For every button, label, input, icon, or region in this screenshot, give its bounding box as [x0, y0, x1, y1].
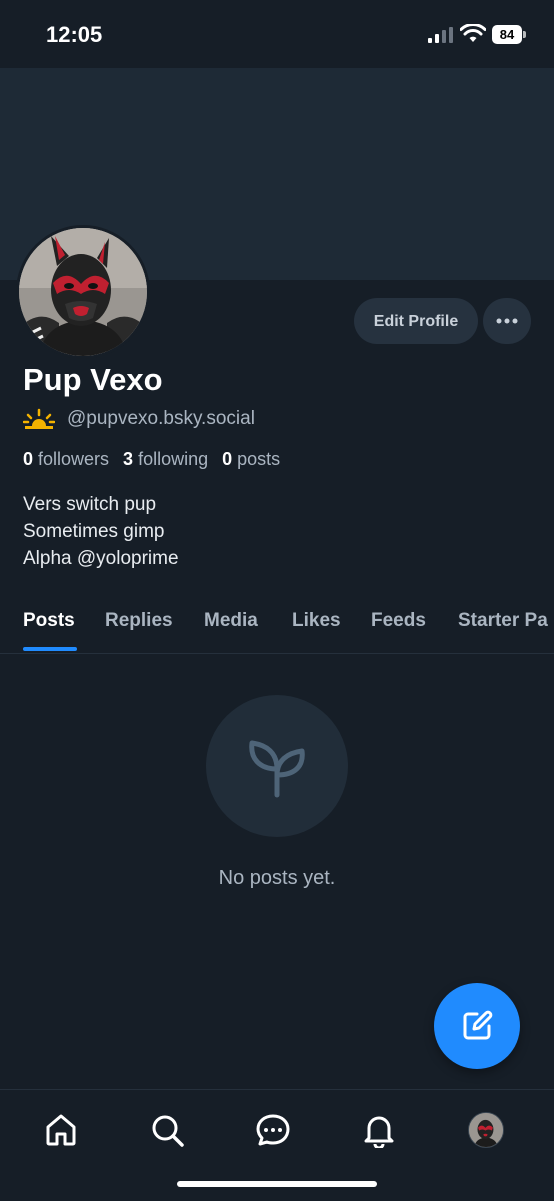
sunrise-emoji-icon	[23, 408, 55, 429]
active-tab-indicator	[23, 647, 77, 651]
posts-count: 0	[222, 449, 233, 469]
battery-indicator: 84	[492, 25, 522, 44]
avatar-image	[469, 1113, 503, 1147]
tab-starter-packs[interactable]: Starter Pa	[458, 610, 548, 632]
tab-replies[interactable]: Replies	[105, 610, 173, 632]
empty-state-text: No posts yet.	[218, 867, 336, 889]
compose-icon	[463, 1010, 493, 1040]
empty-state-icon-container	[206, 695, 348, 837]
wifi-icon	[460, 24, 486, 42]
nav-search[interactable]	[147, 1110, 187, 1150]
profile-bio: Vers switch pup Sometimes gimp Alpha @yo…	[23, 491, 179, 572]
bio-line: Vers switch pup	[23, 494, 157, 515]
nav-profile[interactable]	[466, 1110, 506, 1150]
profile-name: Pup Vexo	[23, 362, 163, 397]
profile-stats: 0 followers 3 following 0 posts	[23, 449, 280, 470]
profile-avatar-small	[468, 1112, 504, 1148]
ellipsis-icon	[496, 318, 518, 324]
search-icon	[152, 1115, 184, 1147]
edit-profile-button[interactable]: Edit Profile	[354, 298, 478, 344]
nav-chat[interactable]	[253, 1110, 293, 1150]
tab-feeds[interactable]: Feeds	[371, 610, 426, 632]
tab-media[interactable]: Media	[204, 610, 258, 632]
bio-line: Alpha @yoloprime	[23, 548, 179, 569]
tab-posts[interactable]: Posts	[23, 610, 75, 632]
seedling-icon	[249, 740, 305, 798]
chat-icon	[256, 1114, 290, 1146]
posts-stat: 0 posts	[222, 449, 280, 470]
posts-label: posts	[237, 449, 281, 469]
bio-line: Sometimes gimp	[23, 521, 165, 542]
compose-post-button[interactable]	[434, 983, 520, 1069]
profile-tabs: Posts Replies Media Likes Feeds Starter …	[0, 598, 554, 654]
nav-notifications[interactable]	[359, 1110, 399, 1150]
status-time: 12:05	[46, 22, 103, 47]
followers-stat[interactable]: 0 followers	[23, 449, 109, 470]
profile-handle[interactable]: @pupvexo.bsky.social	[67, 408, 255, 430]
followers-count: 0	[23, 449, 34, 469]
nav-home[interactable]	[41, 1110, 81, 1150]
handle-row: @pupvexo.bsky.social	[23, 408, 255, 430]
tab-likes[interactable]: Likes	[292, 610, 341, 632]
following-label: following	[138, 449, 209, 469]
followers-label: followers	[38, 449, 110, 469]
bell-icon	[364, 1116, 394, 1148]
more-options-button[interactable]	[483, 298, 531, 344]
following-count: 3	[123, 449, 134, 469]
profile-avatar[interactable]	[16, 225, 150, 359]
avatar-image	[19, 228, 147, 356]
cellular-signal-icon	[428, 27, 453, 43]
following-stat[interactable]: 3 following	[123, 449, 208, 470]
battery-nub	[523, 31, 526, 38]
home-icon	[46, 1114, 76, 1146]
home-indicator	[177, 1181, 377, 1187]
status-bar: 12:05 84	[0, 0, 554, 68]
